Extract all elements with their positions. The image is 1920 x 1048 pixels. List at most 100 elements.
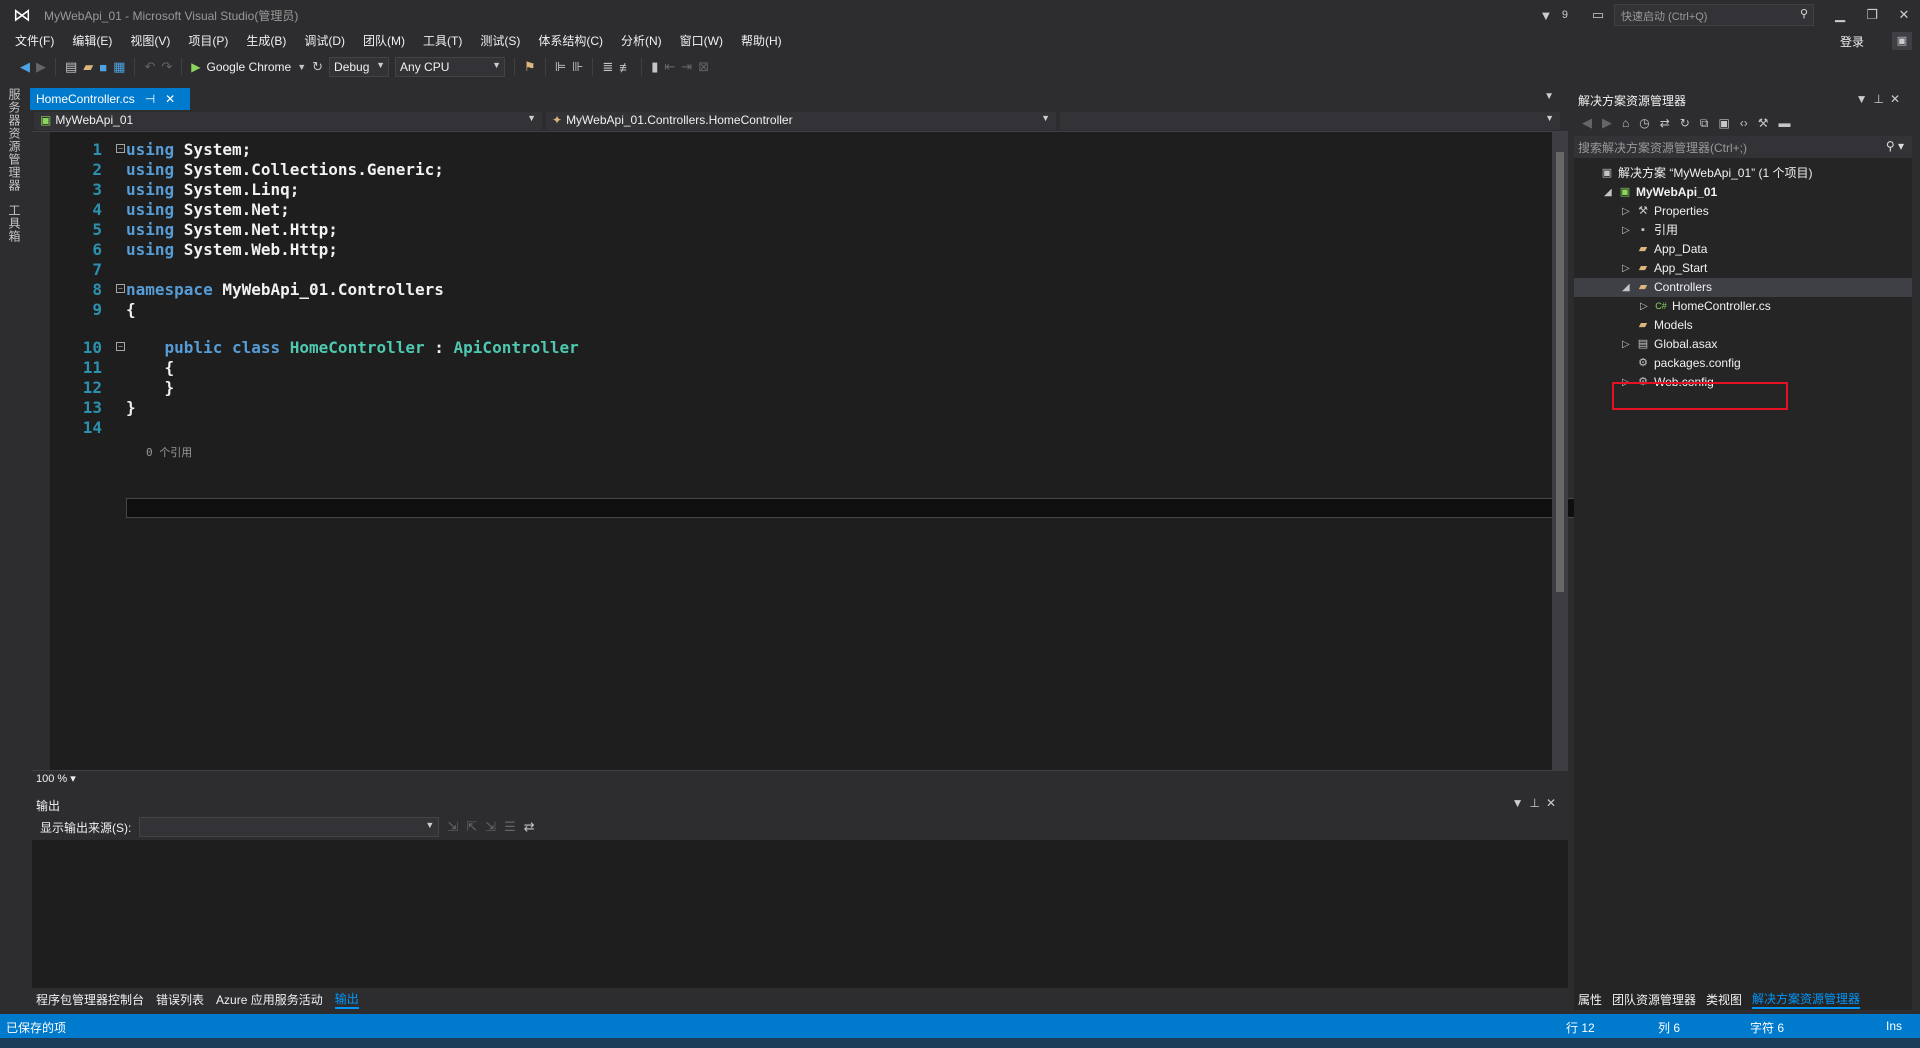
undo-icon[interactable]: ↶ — [144, 59, 155, 75]
align-icon[interactable]: ⊫ — [555, 59, 566, 75]
code-line[interactable]: 4 using System.Net; — [32, 200, 1552, 220]
tree-node[interactable]: ▰ App_Data — [1574, 240, 1912, 259]
goto-error-icon[interactable]: ⇲ — [447, 819, 458, 835]
expander-icon[interactable]: ◢ — [1622, 278, 1632, 297]
code-line[interactable]: 3 using System.Linq; — [32, 180, 1552, 200]
close-tab-icon[interactable]: ✕ — [165, 92, 175, 106]
code-line[interactable]: 8 − namespace MyWebApi_01.Controllers — [32, 280, 1552, 300]
filter-icon[interactable]: ▼ — [1530, 8, 1562, 23]
tree-node[interactable]: ▷ ▪ 引用 — [1574, 221, 1912, 240]
back-icon[interactable]: ◀ — [1582, 115, 1592, 131]
panel-menu-icon[interactable]: ▼ — [1512, 796, 1530, 810]
panel-pin-icon[interactable]: ⊥ — [1873, 92, 1889, 106]
comment-icon[interactable]: ≣ — [602, 59, 613, 75]
configuration-select[interactable]: Debug ▼ — [329, 57, 390, 77]
feedback-icon[interactable]: ▭ — [1582, 7, 1614, 23]
menu-test[interactable]: 测试(S) — [471, 30, 529, 52]
prev-message-icon[interactable]: ⇱ — [466, 819, 477, 835]
output-source-select[interactable]: ▼ — [139, 817, 440, 837]
login-link[interactable]: 登录 — [1840, 33, 1864, 50]
format-icon[interactable]: ⊪ — [572, 59, 583, 75]
menu-team[interactable]: 团队(M) — [354, 30, 414, 52]
tree-node[interactable]: ▷ ⚒ Properties — [1574, 202, 1912, 221]
word-wrap-icon[interactable]: ⇄ — [524, 819, 535, 835]
collapse-all-icon[interactable]: ⧉ — [1700, 116, 1709, 131]
close-button[interactable]: ✕ — [1888, 7, 1920, 23]
panel-close-icon[interactable]: ✕ — [1890, 92, 1906, 106]
tree-node[interactable]: ▷ C# HomeController.cs — [1574, 297, 1912, 316]
redo-icon[interactable]: ↷ — [161, 59, 172, 75]
expander-icon[interactable]: ▷ — [1622, 221, 1632, 240]
scroll-thumb[interactable] — [1556, 152, 1564, 592]
minimize-button[interactable]: ▁ — [1824, 7, 1856, 23]
tree-node[interactable]: ▷ ▰ App_Start — [1574, 259, 1912, 278]
project-nav-select[interactable]: ▣ MyWebApi_01 ▼ — [34, 112, 542, 130]
refresh-icon[interactable]: ↻ — [312, 59, 323, 75]
next-message-icon[interactable]: ⇲ — [485, 819, 496, 835]
tree-node[interactable]: ▣ 解决方案 “MyWebApi_01” (1 个项目) — [1574, 164, 1912, 183]
tab-error-list[interactable]: 错误列表 — [156, 991, 204, 1008]
start-debugging-icon[interactable]: ▶ — [191, 60, 200, 74]
code-line[interactable]: 6 using System.Web.Http; — [32, 240, 1552, 260]
uncomment-icon[interactable]: ≢ — [619, 60, 632, 75]
save-all-icon[interactable]: ▦ — [113, 59, 125, 75]
code-line[interactable]: 12 } — [32, 378, 1552, 398]
tree-node[interactable]: ▰ Models — [1574, 316, 1912, 335]
preview-icon[interactable]: ▬ — [1779, 116, 1791, 130]
fold-toggle-icon[interactable]: − — [116, 284, 125, 293]
clear-all-icon[interactable]: ☰ — [504, 819, 516, 835]
sync-icon[interactable]: ⇄ — [1660, 116, 1670, 130]
menu-build[interactable]: 生成(B) — [237, 30, 295, 52]
tab-package-manager-console[interactable]: 程序包管理器控制台 — [36, 991, 144, 1008]
code-line[interactable]: 10 − public class HomeController : ApiCon… — [32, 338, 1552, 358]
menu-debug[interactable]: 调试(D) — [295, 30, 354, 52]
tab-team-explorer[interactable]: 团队资源管理器 — [1612, 991, 1696, 1008]
fold-toggle-icon[interactable]: − — [116, 144, 125, 153]
codelens-references[interactable]: 0 个引用 — [146, 444, 192, 460]
expander-icon[interactable]: ▷ — [1622, 259, 1632, 278]
tree-node[interactable]: ◢ ▰ Controllers — [1574, 278, 1912, 297]
tab-azure-activity[interactable]: Azure 应用服务活动 — [216, 991, 323, 1008]
bookmark-icon[interactable]: ▮ — [651, 59, 658, 75]
tab-output[interactable]: 输出 — [334, 990, 359, 1009]
class-nav-select[interactable]: ✦ MyWebApi_01.Controllers.HomeController ▼ — [546, 112, 1056, 130]
editor-horizontal-scrollbar[interactable]: 100 % ▾ — [32, 770, 1568, 786]
open-file-icon[interactable]: ▰ — [83, 59, 93, 75]
panel-pin-icon[interactable]: ⊥ — [1529, 796, 1545, 810]
navigate-forward-icon[interactable]: ▶ — [36, 59, 46, 75]
fold-toggle-icon[interactable]: − — [116, 342, 125, 351]
pin-icon[interactable]: ⊣ — [145, 92, 155, 106]
menu-window[interactable]: 窗口(W) — [671, 30, 732, 52]
tab-class-view[interactable]: 类视图 — [1706, 991, 1742, 1008]
refresh-icon[interactable]: ↻ — [1680, 116, 1690, 130]
show-all-files-icon[interactable]: ▣ — [1718, 116, 1729, 130]
tab-solution-explorer[interactable]: 解决方案资源管理器 — [1752, 990, 1861, 1009]
run-target-dropdown-icon[interactable]: ▼ — [297, 62, 306, 72]
home-icon[interactable]: ⌂ — [1622, 116, 1629, 130]
expander-icon[interactable]: ▷ — [1640, 297, 1650, 316]
expander-icon[interactable]: ▷ — [1622, 202, 1632, 221]
tab-overflow-icon[interactable]: ▼ — [1544, 91, 1554, 102]
forward-icon[interactable]: ▶ — [1602, 115, 1612, 131]
run-target-button[interactable]: Google Chrome — [207, 60, 292, 74]
panel-close-icon[interactable]: ✕ — [1546, 796, 1562, 810]
server-explorer-tab[interactable]: 服务器资源管理器 — [6, 88, 23, 192]
member-nav-select[interactable]: ▼ — [1060, 112, 1560, 130]
editor-vertical-scrollbar[interactable] — [1552, 132, 1568, 770]
clear-bookmarks-icon[interactable]: ⊠ — [698, 59, 709, 75]
tree-node[interactable]: ▷ ▤ Global.asax — [1574, 335, 1912, 354]
menu-view[interactable]: 视图(V) — [121, 30, 179, 52]
menu-architecture[interactable]: 体系结构(C) — [529, 30, 612, 52]
panel-menu-icon[interactable]: ▼ — [1856, 92, 1874, 106]
prev-bookmark-icon[interactable]: ⇤ — [664, 59, 675, 75]
code-line[interactable]: 1 − using System; — [32, 140, 1552, 160]
expander-icon[interactable]: ▷ — [1622, 335, 1632, 354]
restore-button[interactable]: ❐ — [1856, 7, 1888, 23]
code-line[interactable]: 5 using System.Net.Http; — [32, 220, 1552, 240]
menu-file[interactable]: 文件(F) — [6, 30, 63, 52]
menu-help[interactable]: 帮助(H) — [732, 30, 791, 52]
expander-icon[interactable]: ◢ — [1604, 183, 1614, 202]
tree-node[interactable]: ◢ ▣ MyWebApi_01 — [1574, 183, 1912, 202]
code-line[interactable]: 7 — [32, 260, 1552, 280]
code-line[interactable]: 11 { — [32, 358, 1552, 378]
